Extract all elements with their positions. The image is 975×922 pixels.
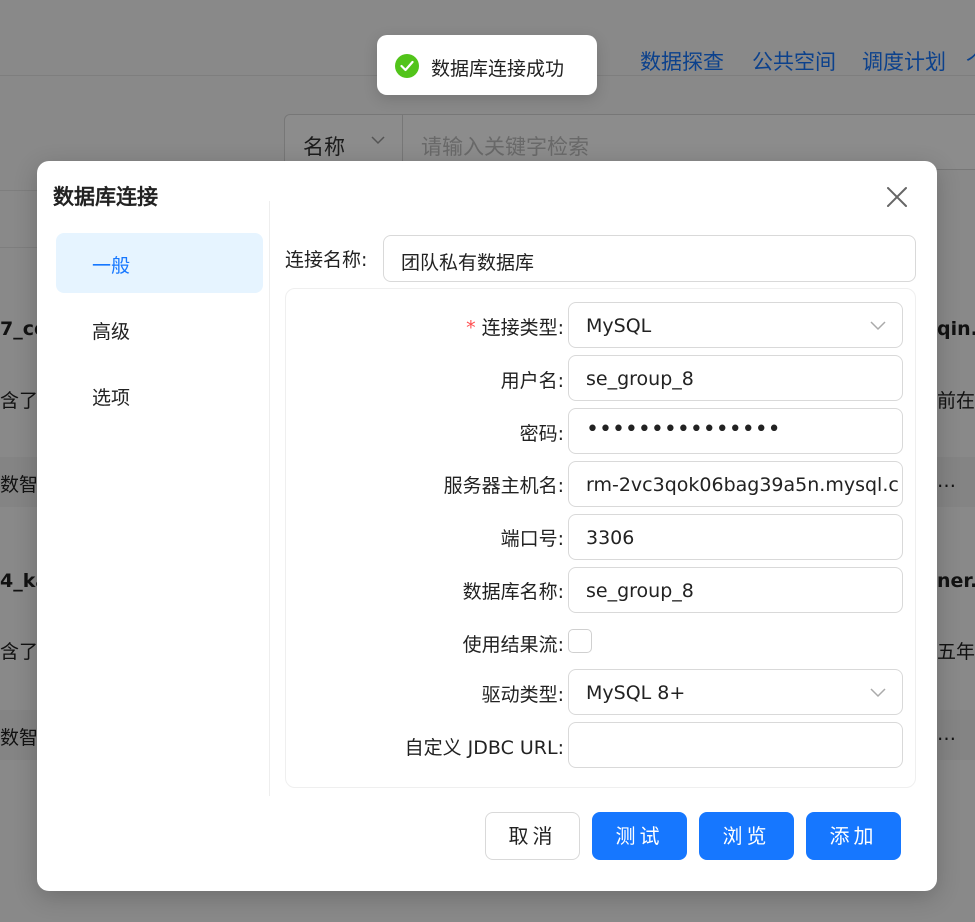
connection-type-select[interactable]: MySQL: [568, 302, 903, 348]
host-input[interactable]: rm-2vc3qok06bag39a5n.mysql.c: [568, 461, 903, 507]
db-connection-dialog: 数据库连接 一般 高级 选项 连接名称: 团队私有数据库 * 连接类型: MySQ…: [37, 161, 937, 891]
connection-type-label: * 连接类型:: [466, 317, 564, 339]
password-value: •••••••••••••••: [586, 417, 781, 442]
required-mark: *: [466, 317, 476, 339]
sidebar-item-label: 选项: [92, 387, 131, 409]
cancel-button[interactable]: 取消: [485, 812, 580, 860]
port-value: 3306: [586, 527, 635, 549]
database-name-label: 数据库名称:: [462, 581, 564, 603]
check-circle-icon: [395, 54, 419, 78]
use-stream-checkbox[interactable]: [568, 629, 592, 653]
add-button[interactable]: 添加: [806, 812, 901, 860]
chevron-down-icon: [870, 321, 886, 331]
password-label: 密码:: [519, 423, 564, 445]
username-input[interactable]: se_group_8: [568, 355, 903, 401]
dialog-title: 数据库连接: [53, 185, 158, 209]
close-icon[interactable]: [883, 183, 911, 211]
username-label: 用户名:: [500, 370, 564, 392]
password-input[interactable]: •••••••••••••••: [568, 408, 903, 454]
port-input[interactable]: 3306: [568, 514, 903, 560]
chevron-down-icon: [870, 688, 886, 698]
driver-type-select[interactable]: MySQL 8+: [568, 669, 903, 715]
driver-type-value: MySQL 8+: [586, 682, 686, 704]
toast-message: 数据库连接成功: [431, 58, 565, 80]
database-name-input[interactable]: se_group_8: [568, 567, 903, 613]
browse-button[interactable]: 浏览: [699, 812, 794, 860]
jdbc-url-label: 自定义 JDBC URL:: [404, 737, 564, 759]
host-label: 服务器主机名:: [443, 475, 564, 497]
sidebar-item-label: 一般: [92, 255, 131, 277]
connection-name-label: 连接名称:: [285, 249, 368, 271]
username-value: se_group_8: [586, 368, 694, 390]
test-button[interactable]: 测试: [592, 812, 687, 860]
sidebar-item-label: 高级: [92, 321, 131, 343]
connection-type-value: MySQL: [586, 315, 652, 337]
driver-type-label: 驱动类型:: [481, 684, 564, 706]
sidebar-item-advanced[interactable]: 高级: [56, 299, 263, 359]
host-value: rm-2vc3qok06bag39a5n.mysql.c: [586, 474, 899, 496]
sidebar-item-general[interactable]: 一般: [56, 233, 263, 293]
jdbc-url-input[interactable]: [568, 722, 903, 768]
database-name-value: se_group_8: [586, 580, 694, 602]
use-stream-label: 使用结果流:: [462, 634, 564, 656]
connection-name-value: 团队私有数据库: [401, 252, 535, 274]
sidebar-divider: [269, 201, 270, 796]
success-toast: 数据库连接成功: [377, 35, 597, 95]
sidebar-item-options[interactable]: 选项: [56, 365, 263, 425]
port-label: 端口号:: [500, 528, 564, 550]
connection-name-input[interactable]: 团队私有数据库: [383, 235, 916, 282]
